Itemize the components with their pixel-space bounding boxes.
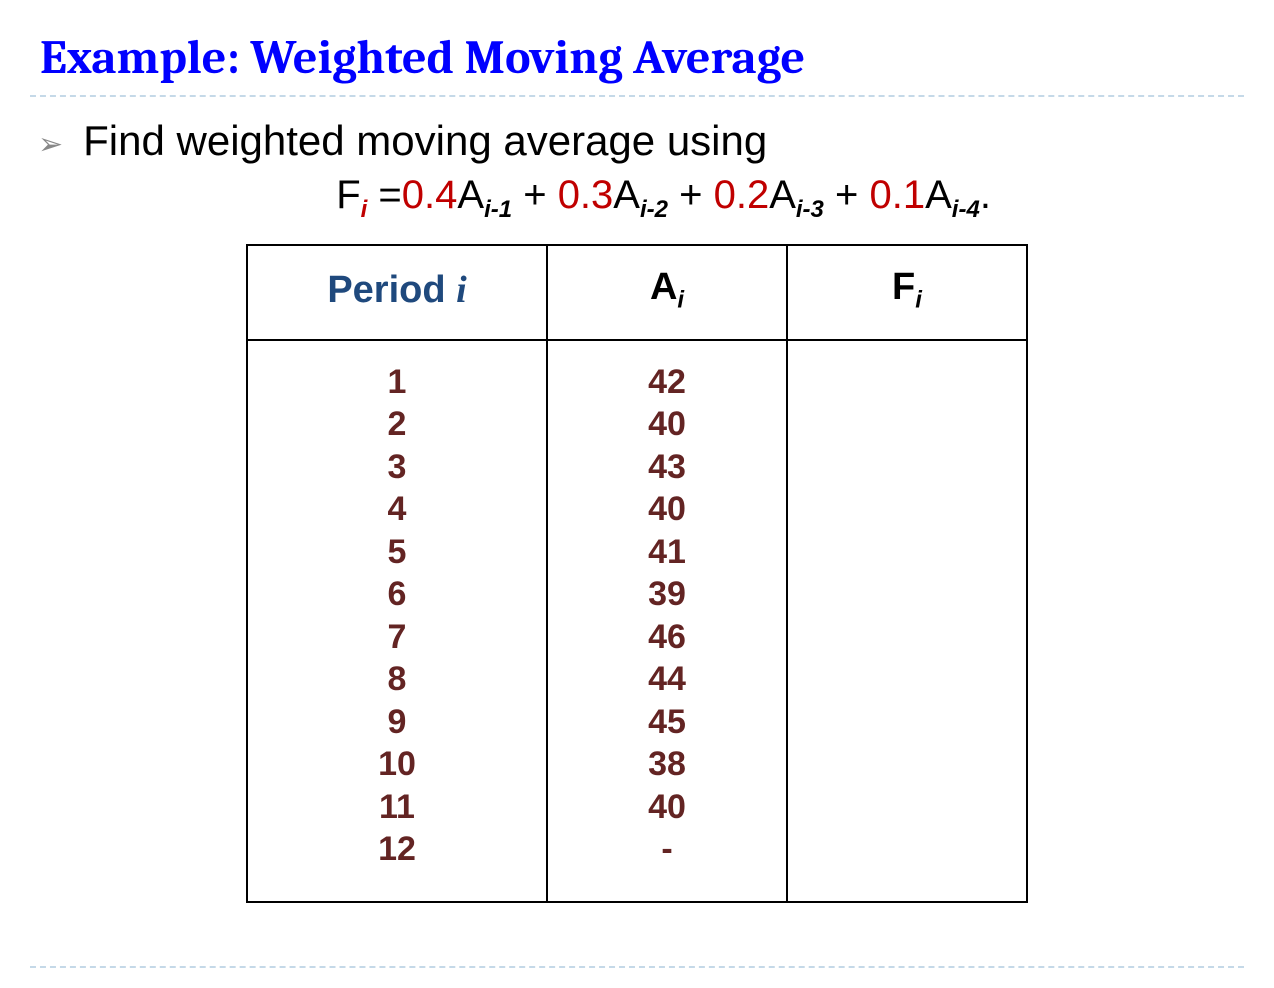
cell-period: 11 <box>247 786 547 829</box>
cell-period: 10 <box>247 743 547 786</box>
formula-var-2: A <box>769 173 796 217</box>
table-row: 240 <box>247 403 1027 446</box>
formula-var-0: A <box>457 173 484 217</box>
formula-sub-3: i-4 <box>952 196 980 223</box>
cell-a: 40 <box>547 488 787 531</box>
cell-f <box>787 573 1027 616</box>
table-row: 142 <box>247 340 1027 404</box>
cell-f <box>787 658 1027 701</box>
table-row: 844 <box>247 658 1027 701</box>
cell-period: 6 <box>247 573 547 616</box>
formula-end: . <box>980 173 991 217</box>
header-fi-var: F <box>892 266 915 308</box>
cell-a: 38 <box>547 743 787 786</box>
formula-coef-2: 0.2 <box>714 173 770 217</box>
cell-f <box>787 743 1027 786</box>
bullet-item: ➢ Find weighted moving average using Fi … <box>30 117 1244 224</box>
header-fi-sub: i <box>915 287 922 314</box>
cell-a: 46 <box>547 616 787 659</box>
cell-a: 39 <box>547 573 787 616</box>
table-row: 343 <box>247 446 1027 489</box>
data-table: Period i Ai Fi 142 240 343 440 541 639 7… <box>246 244 1028 903</box>
cell-period: 5 <box>247 531 547 574</box>
cell-f <box>787 340 1027 404</box>
table-row: 440 <box>247 488 1027 531</box>
cell-f <box>787 531 1027 574</box>
table-row: 945 <box>247 701 1027 744</box>
cell-f <box>787 616 1027 659</box>
table-body: 142 240 343 440 541 639 746 844 945 1038… <box>247 340 1027 902</box>
header-period-text: Period <box>327 269 456 311</box>
cell-period: 9 <box>247 701 547 744</box>
cell-a: 40 <box>547 786 787 829</box>
formula-sub-2: i-3 <box>796 196 824 223</box>
formula-sub-0: i-1 <box>484 196 512 223</box>
formula-sub-1: i-2 <box>640 196 668 223</box>
formula: Fi =0.4Ai-1 + 0.3Ai-2 + 0.2Ai-3 + 0.1Ai-… <box>83 173 1244 224</box>
cell-f <box>787 446 1027 489</box>
formula-plus-1: + <box>668 173 714 217</box>
formula-plus-2: + <box>824 173 870 217</box>
header-period: Period i <box>247 245 547 340</box>
header-period-i: i <box>456 268 467 312</box>
header-ai: Ai <box>547 245 787 340</box>
formula-lhs-var: F <box>336 173 360 217</box>
cell-period: 7 <box>247 616 547 659</box>
cell-f <box>787 701 1027 744</box>
formula-coef-1: 0.3 <box>558 173 614 217</box>
header-ai-sub: i <box>677 287 684 314</box>
table-row: 1038 <box>247 743 1027 786</box>
cell-period: 1 <box>247 340 547 404</box>
cell-a: 45 <box>547 701 787 744</box>
header-ai-var: A <box>650 266 677 308</box>
table-row: 1140 <box>247 786 1027 829</box>
cell-f <box>787 828 1027 902</box>
cell-a: 44 <box>547 658 787 701</box>
cell-period: 12 <box>247 828 547 902</box>
formula-lhs-sub: i <box>361 196 368 224</box>
cell-a: 43 <box>547 446 787 489</box>
cell-a: 40 <box>547 403 787 446</box>
cell-f <box>787 403 1027 446</box>
cell-a: - <box>547 828 787 902</box>
formula-plus-0: + <box>512 173 558 217</box>
cell-f <box>787 786 1027 829</box>
cell-period: 2 <box>247 403 547 446</box>
slide-title: Example: Weighted Moving Average <box>30 30 1244 85</box>
table-row: 541 <box>247 531 1027 574</box>
formula-var-3: A <box>925 173 952 217</box>
divider-bottom <box>30 966 1244 968</box>
formula-eq: = <box>378 173 401 217</box>
formula-coef-3: 0.1 <box>870 173 926 217</box>
table-row: 12- <box>247 828 1027 902</box>
table-row: 746 <box>247 616 1027 659</box>
cell-period: 3 <box>247 446 547 489</box>
formula-coef-0: 0.4 <box>402 173 458 217</box>
cell-period: 4 <box>247 488 547 531</box>
chevron-icon: ➢ <box>38 121 63 169</box>
formula-var-1: A <box>613 173 640 217</box>
cell-a: 41 <box>547 531 787 574</box>
bullet-text: Find weighted moving average using <box>83 117 1244 165</box>
divider-top <box>30 95 1244 97</box>
header-fi: Fi <box>787 245 1027 340</box>
cell-a: 42 <box>547 340 787 404</box>
cell-period: 8 <box>247 658 547 701</box>
table-row: 639 <box>247 573 1027 616</box>
cell-f <box>787 488 1027 531</box>
